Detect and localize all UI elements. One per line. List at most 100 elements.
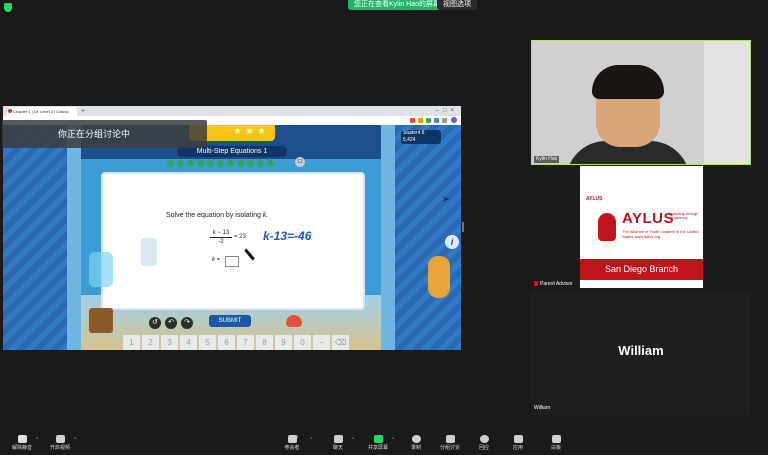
apps-label: 应用: [512, 445, 523, 451]
aylus-wordmark: AYLUS: [622, 210, 674, 227]
back-icon[interactable]: ↶: [165, 317, 177, 329]
aylus-logo-card: AYLUS AYLUS Leadership through Volunteer…: [580, 166, 703, 288]
numpad-key[interactable]: −: [313, 335, 330, 350]
whiteboard-icon: [551, 435, 561, 443]
progress-dot: [267, 160, 274, 167]
backspace-key[interactable]: ⌫: [332, 335, 349, 350]
aylus-motto: Leadership through Volunteering: [668, 212, 699, 220]
progress-dot: [177, 160, 184, 167]
participant-aylus-tile[interactable]: AYLUS AYLUS Leadership through Volunteer…: [531, 166, 751, 290]
progress-dot: [227, 160, 234, 167]
numpad-key[interactable]: 3: [161, 335, 178, 350]
participant-video-tile[interactable]: Kylin Hao: [531, 40, 751, 165]
fish-arrow-icon: ➤: [442, 194, 450, 204]
mermaid-icon: [428, 256, 450, 298]
browser-tab-title: Chapter 1 | Dr. Level 3 | Classic: [13, 109, 70, 114]
numpad-key[interactable]: 1: [123, 335, 140, 350]
info-button[interactable]: i: [445, 235, 459, 249]
fishbowl-icon: [89, 252, 113, 287]
participant-display-name: William: [618, 343, 664, 358]
share-screen-label: 共享屏幕: [367, 445, 388, 451]
pencil-tool-icon[interactable]: [141, 238, 157, 266]
favicon-icon: [8, 109, 12, 113]
numpad-key[interactable]: 5: [199, 335, 216, 350]
security-shield-icon[interactable]: [4, 3, 12, 12]
progress-dot: [197, 160, 204, 167]
progress-end-marker: 12: [295, 157, 305, 167]
undo-icon[interactable]: ↺: [149, 317, 161, 329]
chevron-up-icon[interactable]: ^: [310, 437, 312, 443]
chevron-up-icon[interactable]: ^: [392, 437, 394, 443]
star-icon: ★: [245, 126, 254, 137]
record-icon: [411, 435, 421, 443]
smiley-icon: [479, 435, 489, 443]
progress-dot: [167, 160, 174, 167]
progress-dot: [257, 160, 264, 167]
progress-dot: [187, 160, 194, 167]
mic-off-icon: [17, 435, 27, 443]
progress-dot: [217, 160, 224, 167]
progress-dot: [237, 160, 244, 167]
prompt-variable: k.: [262, 212, 269, 219]
whiteboard-button[interactable]: 白板: [536, 435, 576, 451]
window-controls[interactable]: –□×: [436, 106, 458, 116]
frame-wall-right: [381, 125, 395, 350]
viewing-screen-banner: 您正在查看Kylin Hao的屏幕: [348, 0, 446, 10]
numpad-key[interactable]: 9: [275, 335, 292, 350]
answer-input[interactable]: [225, 256, 239, 267]
chat-label: 聊天: [332, 445, 343, 451]
fraction-numerator: k − 13: [210, 229, 232, 238]
participant-name: William: [534, 405, 551, 411]
apps-button[interactable]: 应用: [498, 435, 538, 451]
participant-hair: [592, 65, 664, 99]
progress-dot: [247, 160, 254, 167]
treasure-chest-icon: [89, 308, 113, 333]
extension-icon[interactable]: [426, 118, 431, 123]
share-screen-icon: [373, 435, 383, 443]
chevron-up-icon[interactable]: ^: [36, 437, 38, 443]
extension-icon[interactable]: [434, 118, 439, 123]
puzzle-icon[interactable]: [442, 118, 447, 123]
star-icon: ★: [233, 126, 242, 137]
student-name: Student 8: [403, 130, 425, 136]
participants-label: 参会者: [284, 445, 300, 451]
numpad-key[interactable]: 8: [256, 335, 273, 350]
split-drag-handle[interactable]: [462, 222, 464, 232]
coin-count: 5,424: [403, 137, 416, 143]
numpad-key[interactable]: 6: [218, 335, 235, 350]
participants-button[interactable]: 参会者: [272, 435, 312, 451]
chevron-up-icon[interactable]: ^: [352, 437, 354, 443]
participant-name: Kylin Hao: [534, 156, 560, 163]
participant-name-text: Parent Advisor: [540, 281, 573, 287]
extension-icon[interactable]: [410, 118, 415, 123]
game-canvas: ★ ★ ★ Student 8 5,424 Multi-Step Equatio…: [3, 125, 461, 350]
numpad-key[interactable]: 0: [294, 335, 311, 350]
unmute-label: 解除静音: [11, 445, 32, 451]
question-prompt: Solve the equation by isolating k.: [166, 212, 268, 219]
aylus-small-logo: AYLUS: [586, 196, 603, 202]
new-tab-icon[interactable]: +: [81, 107, 85, 116]
student-badge[interactable]: Student 8 5,424: [401, 130, 441, 144]
background-door: [704, 41, 750, 164]
numpad-key[interactable]: 2: [142, 335, 159, 350]
whiteboard-label: 白板: [550, 445, 561, 451]
view-options-button[interactable]: 视图选项: [437, 0, 477, 10]
game-frame: ★ ★ ★ Student 8 5,424 Multi-Step Equatio…: [81, 125, 459, 350]
apps-icon: [513, 435, 523, 443]
extension-icons[interactable]: [410, 116, 447, 125]
submit-button[interactable]: SUBMIT: [209, 315, 251, 327]
fraction-denominator: -2: [218, 239, 224, 245]
forward-icon[interactable]: ↷: [181, 317, 193, 329]
browser-tab[interactable]: Chapter 1 | Dr. Level 3 | Classic: [7, 107, 77, 116]
numpad: 1 2 3 4 5 6 7 8 9 0 − ⌫: [123, 335, 349, 350]
numpad-key[interactable]: 7: [237, 335, 254, 350]
aylus-tagline: The Alliance of Youth Leaders in the Uni…: [622, 229, 699, 239]
answer-label: k =: [212, 257, 221, 263]
star-icon: ★: [257, 126, 266, 137]
browser-tab-strip: Chapter 1 | Dr. Level 3 | Classic + –□×: [3, 106, 461, 116]
chevron-up-icon[interactable]: ^: [74, 437, 76, 443]
profile-avatar-icon[interactable]: [451, 117, 457, 123]
numpad-key[interactable]: 4: [180, 335, 197, 350]
extension-icon[interactable]: [418, 118, 423, 123]
participant-william-tile[interactable]: William William: [531, 291, 751, 415]
